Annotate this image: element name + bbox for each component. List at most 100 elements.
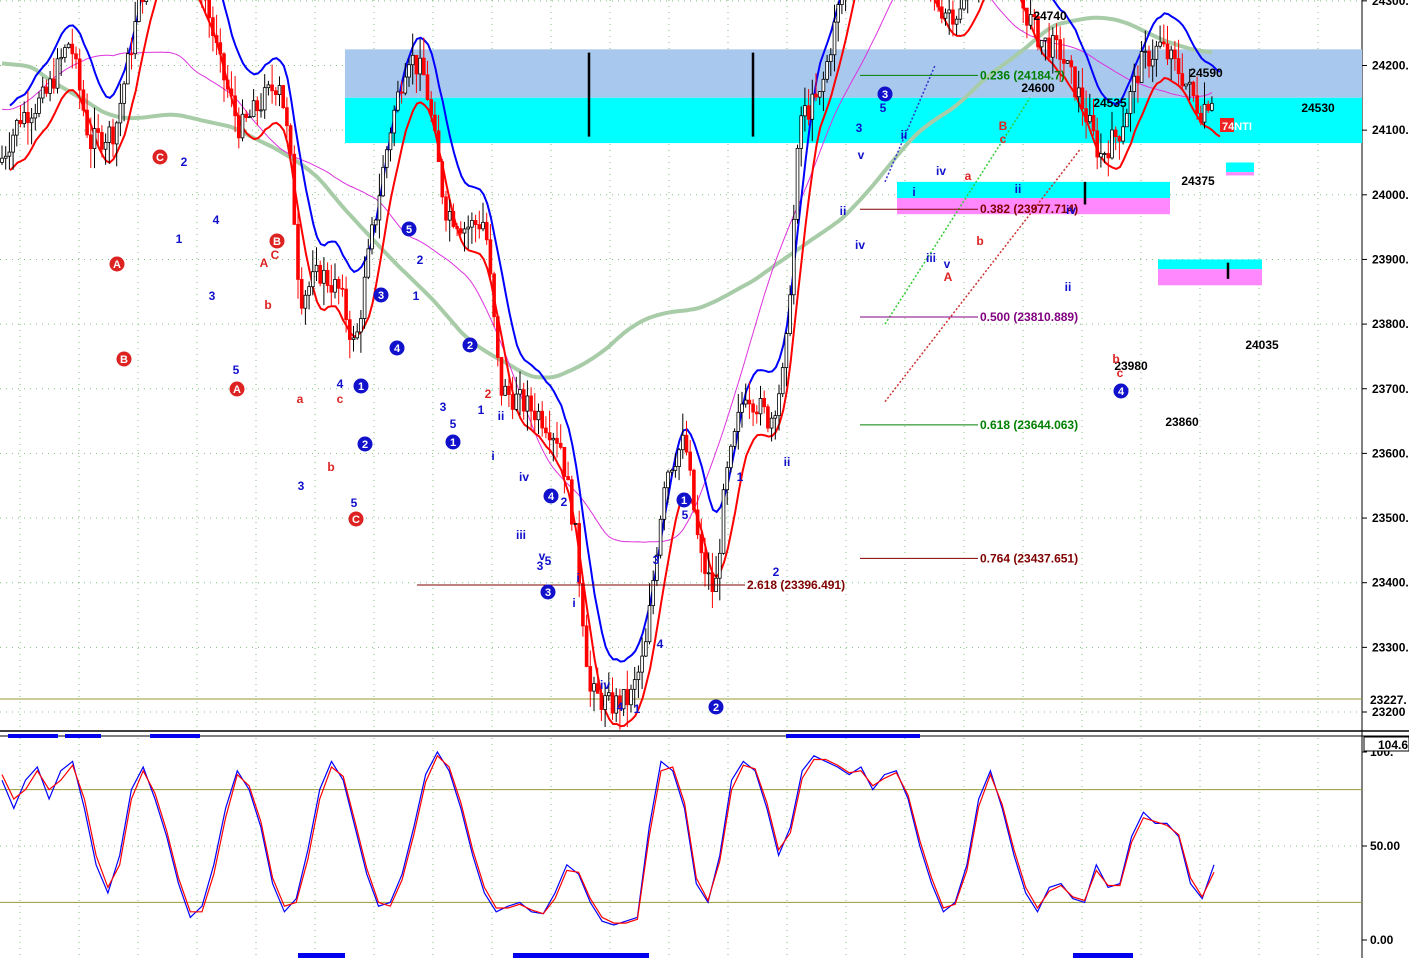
candle-body <box>825 61 829 80</box>
wave-label: iii <box>516 528 526 542</box>
wave-label: 5 <box>880 101 887 115</box>
candle-body <box>632 679 637 690</box>
wave-label: i <box>912 185 915 199</box>
candle-body <box>303 294 308 309</box>
candle-body <box>551 437 556 441</box>
candle-body <box>462 228 467 234</box>
candle-body <box>662 487 667 520</box>
fib-level-label: 2.618 (23396.491) <box>747 578 845 592</box>
candle-body <box>1162 41 1166 45</box>
target-zone <box>897 181 1170 199</box>
candle-body <box>540 410 544 429</box>
candle-body <box>780 367 785 395</box>
candle-body <box>629 688 633 706</box>
candle-body <box>758 398 763 415</box>
candle-body <box>940 6 944 19</box>
candle-body <box>840 0 844 6</box>
candle-body <box>473 220 478 226</box>
candle-body <box>285 107 289 127</box>
candle-body <box>1076 87 1081 98</box>
candle-body <box>429 99 433 116</box>
candle-body <box>333 279 337 293</box>
candle-body <box>77 58 82 91</box>
candle-body <box>544 427 548 434</box>
candle-body <box>1147 50 1151 67</box>
candle-body <box>1158 41 1162 47</box>
candle-body <box>766 406 770 429</box>
candle-body <box>100 132 104 150</box>
candle-body <box>533 410 537 421</box>
last-price-tag: 23227. <box>1370 693 1407 707</box>
candle-body <box>1102 153 1107 155</box>
candle-body <box>688 451 692 471</box>
candle-body <box>1058 39 1063 60</box>
candle-body <box>310 271 315 288</box>
wave-label: 5 <box>545 554 552 568</box>
candle-body <box>673 466 678 471</box>
candle-body <box>729 445 733 469</box>
candle-body <box>89 134 93 150</box>
candle-body <box>366 248 371 278</box>
candle-body <box>836 4 840 23</box>
candle-body <box>129 53 134 56</box>
candle-body <box>625 689 630 706</box>
candle-body <box>755 411 759 415</box>
axis-tick-label: 23300. <box>1372 640 1409 654</box>
candle-body <box>947 9 951 14</box>
candle-body <box>1165 43 1170 60</box>
candle-body <box>721 489 726 554</box>
candle-body <box>1073 66 1077 98</box>
candle-body <box>436 130 441 163</box>
candle-body <box>681 434 685 451</box>
candle-body <box>359 318 363 333</box>
wave-label: 2 <box>362 439 368 451</box>
wave-label: i <box>491 449 494 463</box>
wave-label: C <box>271 248 280 262</box>
wave-label: ii <box>498 409 505 423</box>
candle-body <box>244 113 249 118</box>
candle-body <box>725 467 729 491</box>
candle-body <box>1173 49 1177 59</box>
candle-body <box>126 53 130 85</box>
candle-body <box>477 224 482 230</box>
candle-body <box>821 78 826 92</box>
candle-body <box>595 683 600 694</box>
candle-body <box>433 114 437 132</box>
candle-body <box>1051 35 1055 58</box>
wave-label: 2 <box>773 565 780 579</box>
candle-body <box>677 449 681 467</box>
candle-body <box>111 126 115 145</box>
candle-body <box>684 434 689 453</box>
candle-body <box>407 64 411 78</box>
candle-body <box>1091 115 1096 132</box>
candle-body <box>18 119 23 125</box>
candle-body <box>1180 73 1185 87</box>
wave-label: 1 <box>634 702 641 716</box>
candle-body <box>7 151 12 157</box>
candle-body <box>85 109 89 136</box>
candle-body <box>81 89 86 111</box>
candle-body <box>114 122 119 145</box>
candle-body <box>1062 59 1066 64</box>
candle-body <box>11 134 15 153</box>
axis-tick-label: 23700. <box>1372 382 1409 396</box>
candle-body <box>788 294 792 335</box>
candle-body <box>529 395 533 412</box>
candle-body <box>658 518 663 556</box>
candle-body <box>266 84 271 89</box>
wave-label: c <box>1117 366 1124 380</box>
wave-label: ii <box>1015 182 1022 196</box>
axis-tick-label: 24300. <box>1372 0 1409 8</box>
price-label: 24600 <box>1021 81 1055 95</box>
candle-body <box>1187 81 1192 85</box>
candle-body <box>592 683 596 692</box>
fib-level-label: 0.618 (23644.063) <box>980 418 1078 432</box>
wave-label: i <box>572 596 575 610</box>
candle-body <box>1099 153 1103 158</box>
candle-body <box>803 105 807 117</box>
candle-body <box>410 54 415 66</box>
candle-body <box>273 90 278 95</box>
fib-level-label: 0.764 (23437.651) <box>980 551 1078 565</box>
candle-body <box>784 333 789 369</box>
axis-tick-label: 24100. <box>1372 123 1409 137</box>
